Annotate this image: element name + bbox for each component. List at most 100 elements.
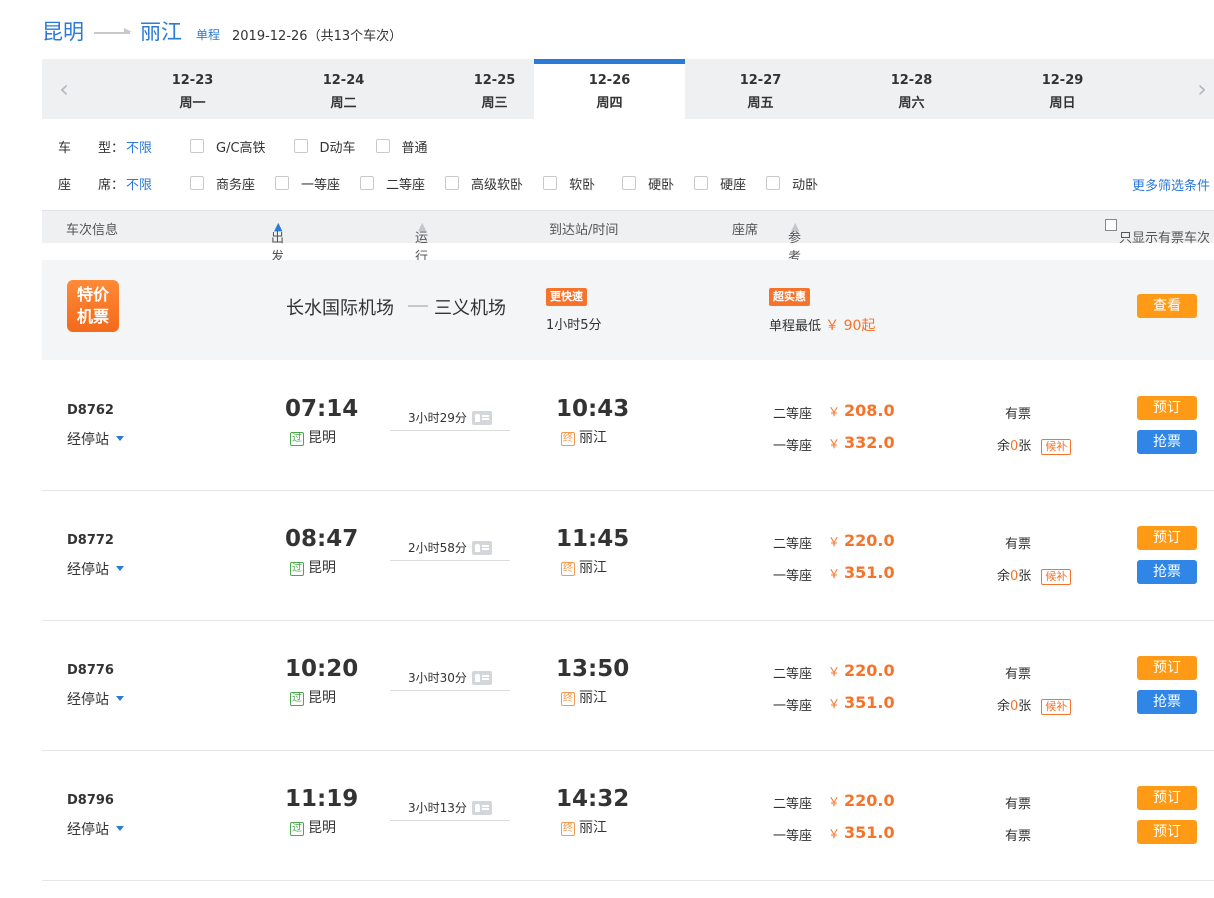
filter-option[interactable]: 动卧: [766, 174, 818, 193]
checkbox[interactable]: [360, 176, 375, 190]
date-tab[interactable]: 12-27 周五: [685, 59, 836, 119]
col-depart[interactable]: 出发站/时间▲: [271, 219, 288, 322]
filter-option[interactable]: 商务座: [190, 174, 255, 193]
chevron-down-icon: [116, 826, 124, 831]
pass-station-icon: 过: [290, 822, 304, 836]
filter-option[interactable]: G/C高铁: [190, 137, 266, 156]
stops-dropdown[interactable]: 经停站: [67, 429, 124, 449]
date-tab-weekday: 周五: [747, 96, 774, 111]
chevron-left-icon[interactable]: ‹: [54, 77, 74, 101]
id-card-icon: [471, 541, 492, 555]
arrival-station: 终丽江: [561, 557, 607, 577]
filter-option-label: 商务座: [216, 177, 256, 193]
grab-ticket-button[interactable]: 抢票: [1137, 690, 1197, 714]
filter-option[interactable]: 高级软卧: [445, 174, 523, 193]
date-tab[interactable]: 12-28 周六: [836, 59, 987, 119]
checkbox[interactable]: [190, 139, 204, 153]
currency-symbol: ￥: [828, 697, 841, 711]
stops-label: 经停站: [67, 432, 109, 448]
date-tab-date: 12-27: [739, 73, 782, 88]
deal-tag: 超实惠: [769, 288, 810, 306]
col-price[interactable]: 参考价▲: [788, 219, 801, 284]
book-button[interactable]: 预订: [1137, 396, 1197, 420]
checkbox[interactable]: [766, 176, 781, 190]
checkbox[interactable]: [622, 176, 637, 190]
stock-suffix: 张: [1018, 699, 1032, 714]
train-number[interactable]: D8796: [67, 793, 114, 808]
date-tab-date: 12-24: [322, 73, 365, 88]
seat-class: 一等座: [773, 569, 813, 584]
view-flight-button[interactable]: 查看: [1137, 294, 1197, 318]
only-available-toggle[interactable]: 只显示有票车次: [1105, 219, 1210, 246]
date-tab-weekday: 周四: [596, 96, 623, 111]
flight-promo: 特价 机票 长水国际机场 三义机场 更快速 1小时5分 超实惠 单程最低 ￥ 9…: [42, 260, 1214, 360]
waitlist-tag[interactable]: 候补: [1041, 569, 1072, 585]
stock-prefix: 余: [997, 439, 1011, 454]
arrival-time: 11:45: [556, 526, 630, 552]
stock-prefix: 余: [997, 699, 1011, 714]
checkbox[interactable]: [445, 176, 460, 190]
waitlist-tag[interactable]: 候补: [1041, 699, 1072, 715]
duration-arrow-line: [390, 430, 510, 431]
date-tab[interactable]: 12-24 周二: [268, 59, 419, 119]
filter-option[interactable]: 普通: [375, 137, 428, 156]
book-button[interactable]: 预订: [1137, 786, 1197, 810]
train-row: D8772 经停站 08:47 过昆明 2小时58分 11:45 终丽江 二等座 ￥ 220.0 有…: [42, 491, 1214, 621]
checkbox[interactable]: [275, 176, 290, 190]
departure-time: 08:47: [285, 526, 359, 552]
station-name: 昆明: [308, 560, 336, 576]
trip-date-info: 2019-12-26（共13个车次）: [232, 28, 403, 44]
ticket-availability: 有票: [1005, 825, 1031, 844]
seat-class: 一等座: [773, 439, 813, 454]
station-name: 昆明: [308, 690, 336, 706]
seat-price: ￥ 220.0: [828, 661, 895, 680]
stops-dropdown[interactable]: 经停站: [67, 819, 124, 839]
filter-option-label: 高级软卧: [471, 177, 524, 193]
chevron-right-icon[interactable]: ›: [1192, 77, 1212, 101]
destination-city[interactable]: 丽江: [140, 16, 182, 46]
filter-option[interactable]: 二等座: [360, 174, 425, 193]
seat-price: ￥ 351.0: [828, 563, 895, 582]
book-button[interactable]: 预订: [1137, 656, 1197, 680]
train-number[interactable]: D8772: [67, 533, 114, 548]
filter-option[interactable]: D动车: [293, 137, 356, 156]
more-filters-link[interactable]: 更多筛选条件: [1132, 175, 1210, 194]
duration-arrow-line: [390, 690, 510, 691]
waitlist-tag[interactable]: 候补: [1041, 439, 1072, 455]
checkbox[interactable]: [190, 176, 204, 190]
ticket-availability: 有票: [1005, 793, 1031, 812]
date-tab[interactable]: 12-29 周日: [987, 59, 1138, 119]
route-header: 昆明 丽江 单程 2019-12-26（共13个车次）: [42, 16, 402, 46]
date-tab[interactable]: 12-26 周四: [534, 59, 685, 119]
currency-symbol: ￥: [828, 567, 841, 581]
type-any-link[interactable]: 不限: [126, 137, 190, 156]
seat-price: ￥ 220.0: [828, 791, 895, 810]
book-button[interactable]: 预订: [1137, 820, 1197, 844]
train-row: D8796 经停站 11:19 过昆明 3小时13分 14:32 终丽江 二等座 ￥ 220.0 有…: [42, 751, 1214, 881]
checkbox[interactable]: [1105, 219, 1117, 231]
origin-city[interactable]: 昆明: [42, 16, 84, 46]
col-duration[interactable]: 运行时长▲: [415, 219, 428, 303]
checkbox[interactable]: [293, 139, 308, 153]
filter-option[interactable]: 软卧: [543, 174, 595, 193]
grab-ticket-button[interactable]: 抢票: [1137, 560, 1197, 584]
terminal-station-icon: 终: [561, 432, 575, 446]
seat-any-link[interactable]: 不限: [126, 174, 190, 193]
filter-option[interactable]: 硬卧: [622, 174, 674, 193]
book-button[interactable]: 预订: [1137, 526, 1197, 550]
train-number[interactable]: D8762: [67, 403, 114, 418]
seat-price: ￥ 332.0: [828, 433, 895, 452]
date-tab[interactable]: 12-23 周一: [117, 59, 268, 119]
type-label-a: 车: [58, 140, 72, 156]
stops-dropdown[interactable]: 经停站: [67, 559, 124, 579]
grab-ticket-button[interactable]: 抢票: [1137, 430, 1197, 454]
checkbox[interactable]: [543, 176, 558, 190]
filter-option[interactable]: 一等座: [275, 174, 340, 193]
train-number[interactable]: D8776: [67, 663, 114, 678]
checkbox[interactable]: [694, 176, 709, 190]
ticket-availability: 有票: [1005, 403, 1031, 422]
stops-dropdown[interactable]: 经停站: [67, 689, 124, 709]
date-tab-weekday: 周六: [898, 96, 925, 111]
checkbox[interactable]: [375, 139, 390, 153]
filter-option[interactable]: 硬座: [694, 174, 746, 193]
